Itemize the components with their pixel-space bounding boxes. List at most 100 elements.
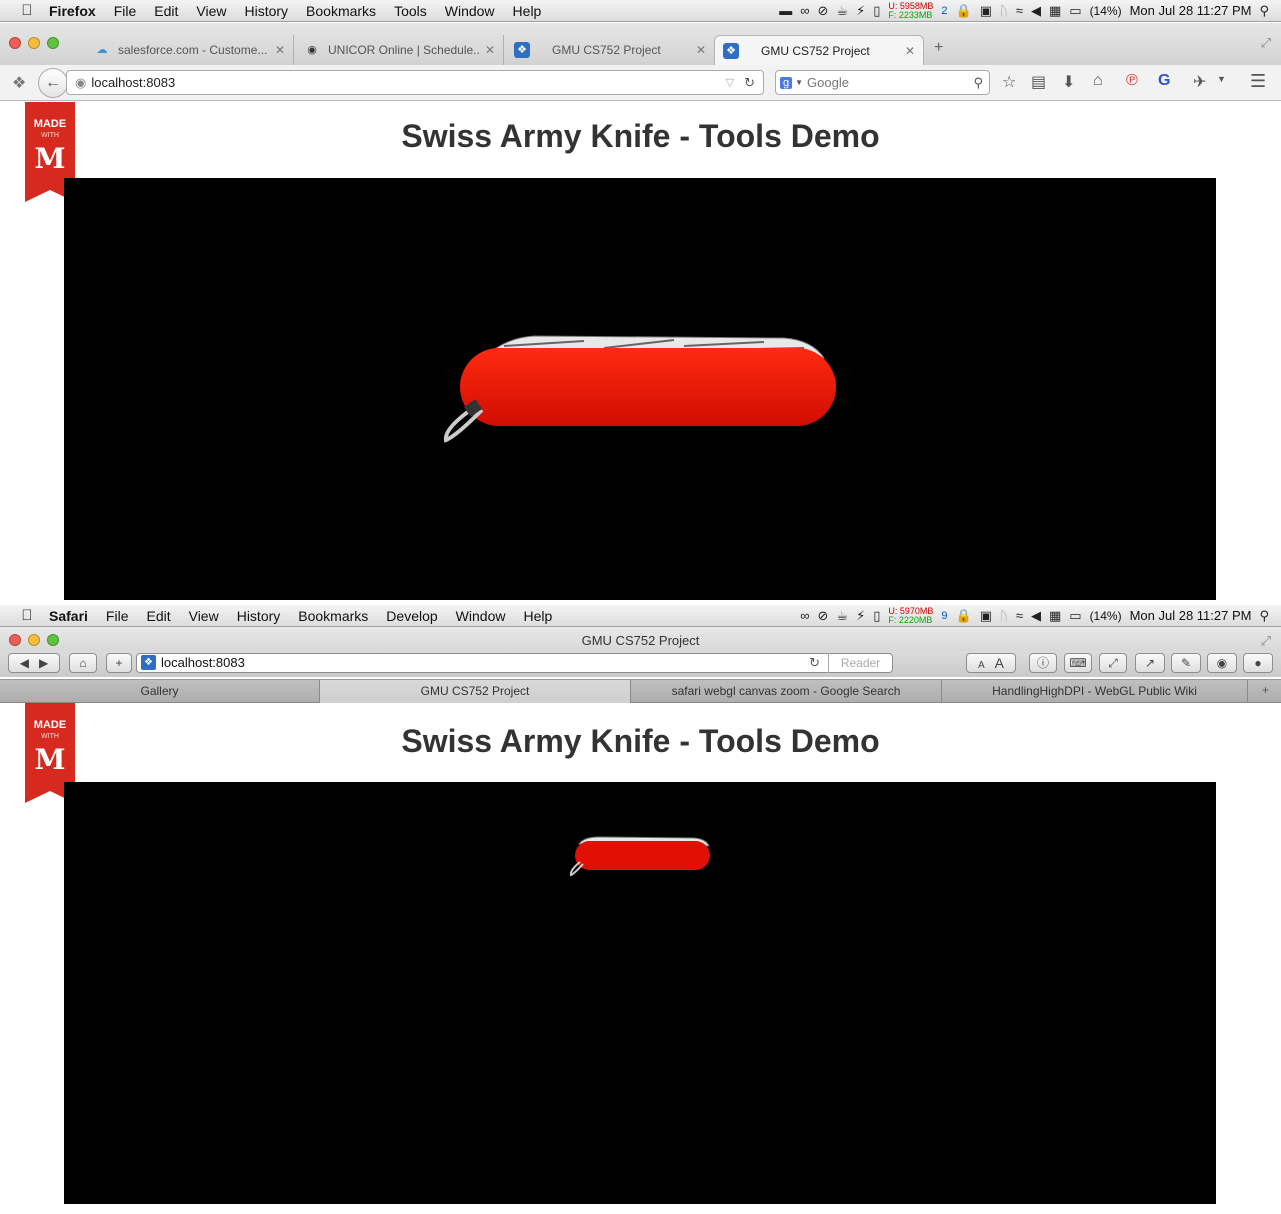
fullscreen-icon[interactable]: ⤢ xyxy=(1261,627,1271,654)
url-bar[interactable]: ◉ localhost:8083 ▽ ↻ xyxy=(66,70,764,95)
spotlight-search-icon[interactable]: ⚲ xyxy=(1259,608,1269,624)
lock-icon[interactable]: 🔒 xyxy=(956,608,972,624)
close-tab-icon[interactable]: ✕ xyxy=(275,43,285,57)
zoom-window-button[interactable] xyxy=(47,634,59,646)
memory-meter[interactable]: U: 5970MB F: 2220MB xyxy=(888,606,933,625)
tab-salesforce[interactable]: ☁ salesforce.com - Custome... ✕ xyxy=(86,35,294,65)
tab-gmu-active[interactable]: GMU CS752 Project xyxy=(320,680,631,703)
menu-app[interactable]: Safari xyxy=(40,608,97,624)
webgl-canvas[interactable] xyxy=(64,178,1216,600)
menu-edit[interactable]: Edit xyxy=(137,608,179,624)
spotlight-search-icon[interactable]: ⚲ xyxy=(1259,3,1269,19)
share-icon[interactable]: ❖ xyxy=(12,73,26,93)
search-icon[interactable]: ⚲ xyxy=(973,75,983,91)
lock-icon[interactable]: 🔒 xyxy=(956,3,972,19)
cup-icon[interactable]: ☕ xyxy=(836,608,848,624)
menu-help[interactable]: Help xyxy=(504,3,551,19)
download-icon[interactable]: ⬇ xyxy=(1062,72,1075,92)
menu-bookmarks[interactable]: Bookmarks xyxy=(297,3,385,19)
dropdown-arrow-icon[interactable]: ▽ xyxy=(726,76,734,89)
home-button[interactable]: ⌂ xyxy=(69,653,97,673)
url-bar[interactable]: ❖ localhost:8083 ↻ Reader xyxy=(136,653,893,673)
forward-arrow-icon[interactable]: ▶ xyxy=(39,656,48,670)
google-icon[interactable]: g xyxy=(780,76,793,89)
reload-icon[interactable]: ↻ xyxy=(809,654,820,672)
battery-icon[interactable]: ▭ xyxy=(1069,3,1081,19)
hamburger-menu-icon[interactable]: ☰ xyxy=(1250,71,1266,92)
display-icon[interactable]: ▣ xyxy=(980,608,992,624)
bookmarks-list-icon[interactable]: ▤ xyxy=(1031,72,1046,92)
zoom-window-button[interactable] xyxy=(47,37,59,49)
menu-file[interactable]: File xyxy=(105,3,146,19)
font-size-buttons[interactable]: A A xyxy=(966,653,1016,673)
clock[interactable]: Mon Jul 28 11:27 PM xyxy=(1130,3,1252,18)
cup-icon[interactable]: ☕ xyxy=(836,3,848,19)
wifi-icon[interactable]: ≈ xyxy=(1016,608,1023,623)
bluetooth-icon[interactable]: ᚢ xyxy=(1000,608,1008,623)
camera-button[interactable]: ◉ xyxy=(1207,653,1237,673)
wifi-icon[interactable]: ≈ xyxy=(1016,3,1023,18)
menu-view[interactable]: View xyxy=(187,3,235,19)
menu-app[interactable]: Firefox xyxy=(40,3,105,19)
menu-window[interactable]: Window xyxy=(447,608,515,624)
back-button[interactable]: ← xyxy=(38,68,68,98)
apple-icon[interactable]:  xyxy=(14,2,40,19)
menu-edit[interactable]: Edit xyxy=(145,3,187,19)
reload-icon[interactable]: ↻ xyxy=(744,75,755,91)
search-field[interactable]: g ▼ Google ⚲ xyxy=(775,70,990,95)
new-tab-icon[interactable]: + xyxy=(1262,683,1269,697)
menu-bookmarks[interactable]: Bookmarks xyxy=(289,608,377,624)
close-window-button[interactable] xyxy=(9,634,21,646)
volume-icon[interactable]: ◀ xyxy=(1031,3,1041,19)
close-tab-icon[interactable]: ✕ xyxy=(905,44,915,58)
bookmark-star-icon[interactable]: ☆ xyxy=(1002,72,1016,92)
addon-g-icon[interactable]: G xyxy=(1158,72,1170,90)
chevron-down-icon[interactable]: ▼ xyxy=(795,78,803,87)
apple-icon[interactable]:  xyxy=(14,607,40,624)
badge-count[interactable]: 2 xyxy=(941,5,947,17)
glasses-icon[interactable]: ∞ xyxy=(800,3,809,18)
menu-tools[interactable]: Tools xyxy=(385,3,436,19)
resize-button[interactable]: ⤢ xyxy=(1099,653,1127,673)
add-bookmark-button[interactable]: + xyxy=(106,653,132,673)
webgl-canvas[interactable] xyxy=(64,782,1216,1204)
addon-icon[interactable]: ✈ xyxy=(1193,72,1206,92)
phone-icon[interactable]: ▯ xyxy=(873,3,880,19)
back-arrow-icon[interactable]: ◀ xyxy=(20,656,29,670)
bluetooth-icon[interactable]: ᚢ xyxy=(1000,3,1008,18)
badge-count[interactable]: 9 xyxy=(941,610,947,622)
menu-history[interactable]: History xyxy=(228,608,290,624)
tab-google-search[interactable]: safari webgl canvas zoom - Google Search xyxy=(631,680,942,703)
battery-icon[interactable]: ▭ xyxy=(1069,608,1081,624)
minus-icon[interactable]: ▬ xyxy=(779,3,792,18)
volume-icon[interactable]: ◀ xyxy=(1031,608,1041,624)
glasses-icon[interactable]: ∞ xyxy=(800,608,809,623)
info-button[interactable]: ⓘ xyxy=(1029,653,1057,673)
calendar-icon[interactable]: ▦ xyxy=(1049,608,1061,624)
minimize-window-button[interactable] xyxy=(28,634,40,646)
tab-gmu-active[interactable]: ❖ GMU CS752 Project ✕ xyxy=(714,35,924,65)
share-button[interactable]: ↗ xyxy=(1135,653,1165,673)
record-button[interactable]: ● xyxy=(1243,653,1273,673)
calendar-icon[interactable]: ▦ xyxy=(1049,3,1061,19)
lightning-icon[interactable]: ⚡ xyxy=(856,608,865,624)
home-icon[interactable]: ⌂ xyxy=(1093,72,1103,90)
tab-gallery[interactable]: Gallery xyxy=(0,680,320,703)
close-tab-icon[interactable]: ✕ xyxy=(485,43,495,57)
no-entry-icon[interactable]: ⊘ xyxy=(818,3,829,19)
new-tab-icon[interactable]: + xyxy=(934,39,943,57)
reader-button[interactable]: Reader xyxy=(828,653,892,673)
display-icon[interactable]: ▣ xyxy=(980,3,992,19)
fullscreen-icon[interactable]: ⤢ xyxy=(1261,35,1271,51)
keyboard-button[interactable]: ⌨ xyxy=(1064,653,1092,673)
css-button[interactable]: ✎ xyxy=(1171,653,1201,673)
back-forward-buttons[interactable]: ◀ ▶ xyxy=(8,653,60,673)
overflow-chevron-icon[interactable]: ▼ xyxy=(1217,74,1226,84)
font-smaller-label[interactable]: A xyxy=(978,660,985,671)
minimize-window-button[interactable] xyxy=(28,37,40,49)
no-entry-icon[interactable]: ⊘ xyxy=(818,608,829,624)
close-tab-icon[interactable]: ✕ xyxy=(696,43,706,57)
menu-history[interactable]: History xyxy=(235,3,297,19)
tab-webgl-wiki[interactable]: HandlingHighDPI - WebGL Public Wiki xyxy=(942,680,1248,703)
menu-window[interactable]: Window xyxy=(436,3,504,19)
